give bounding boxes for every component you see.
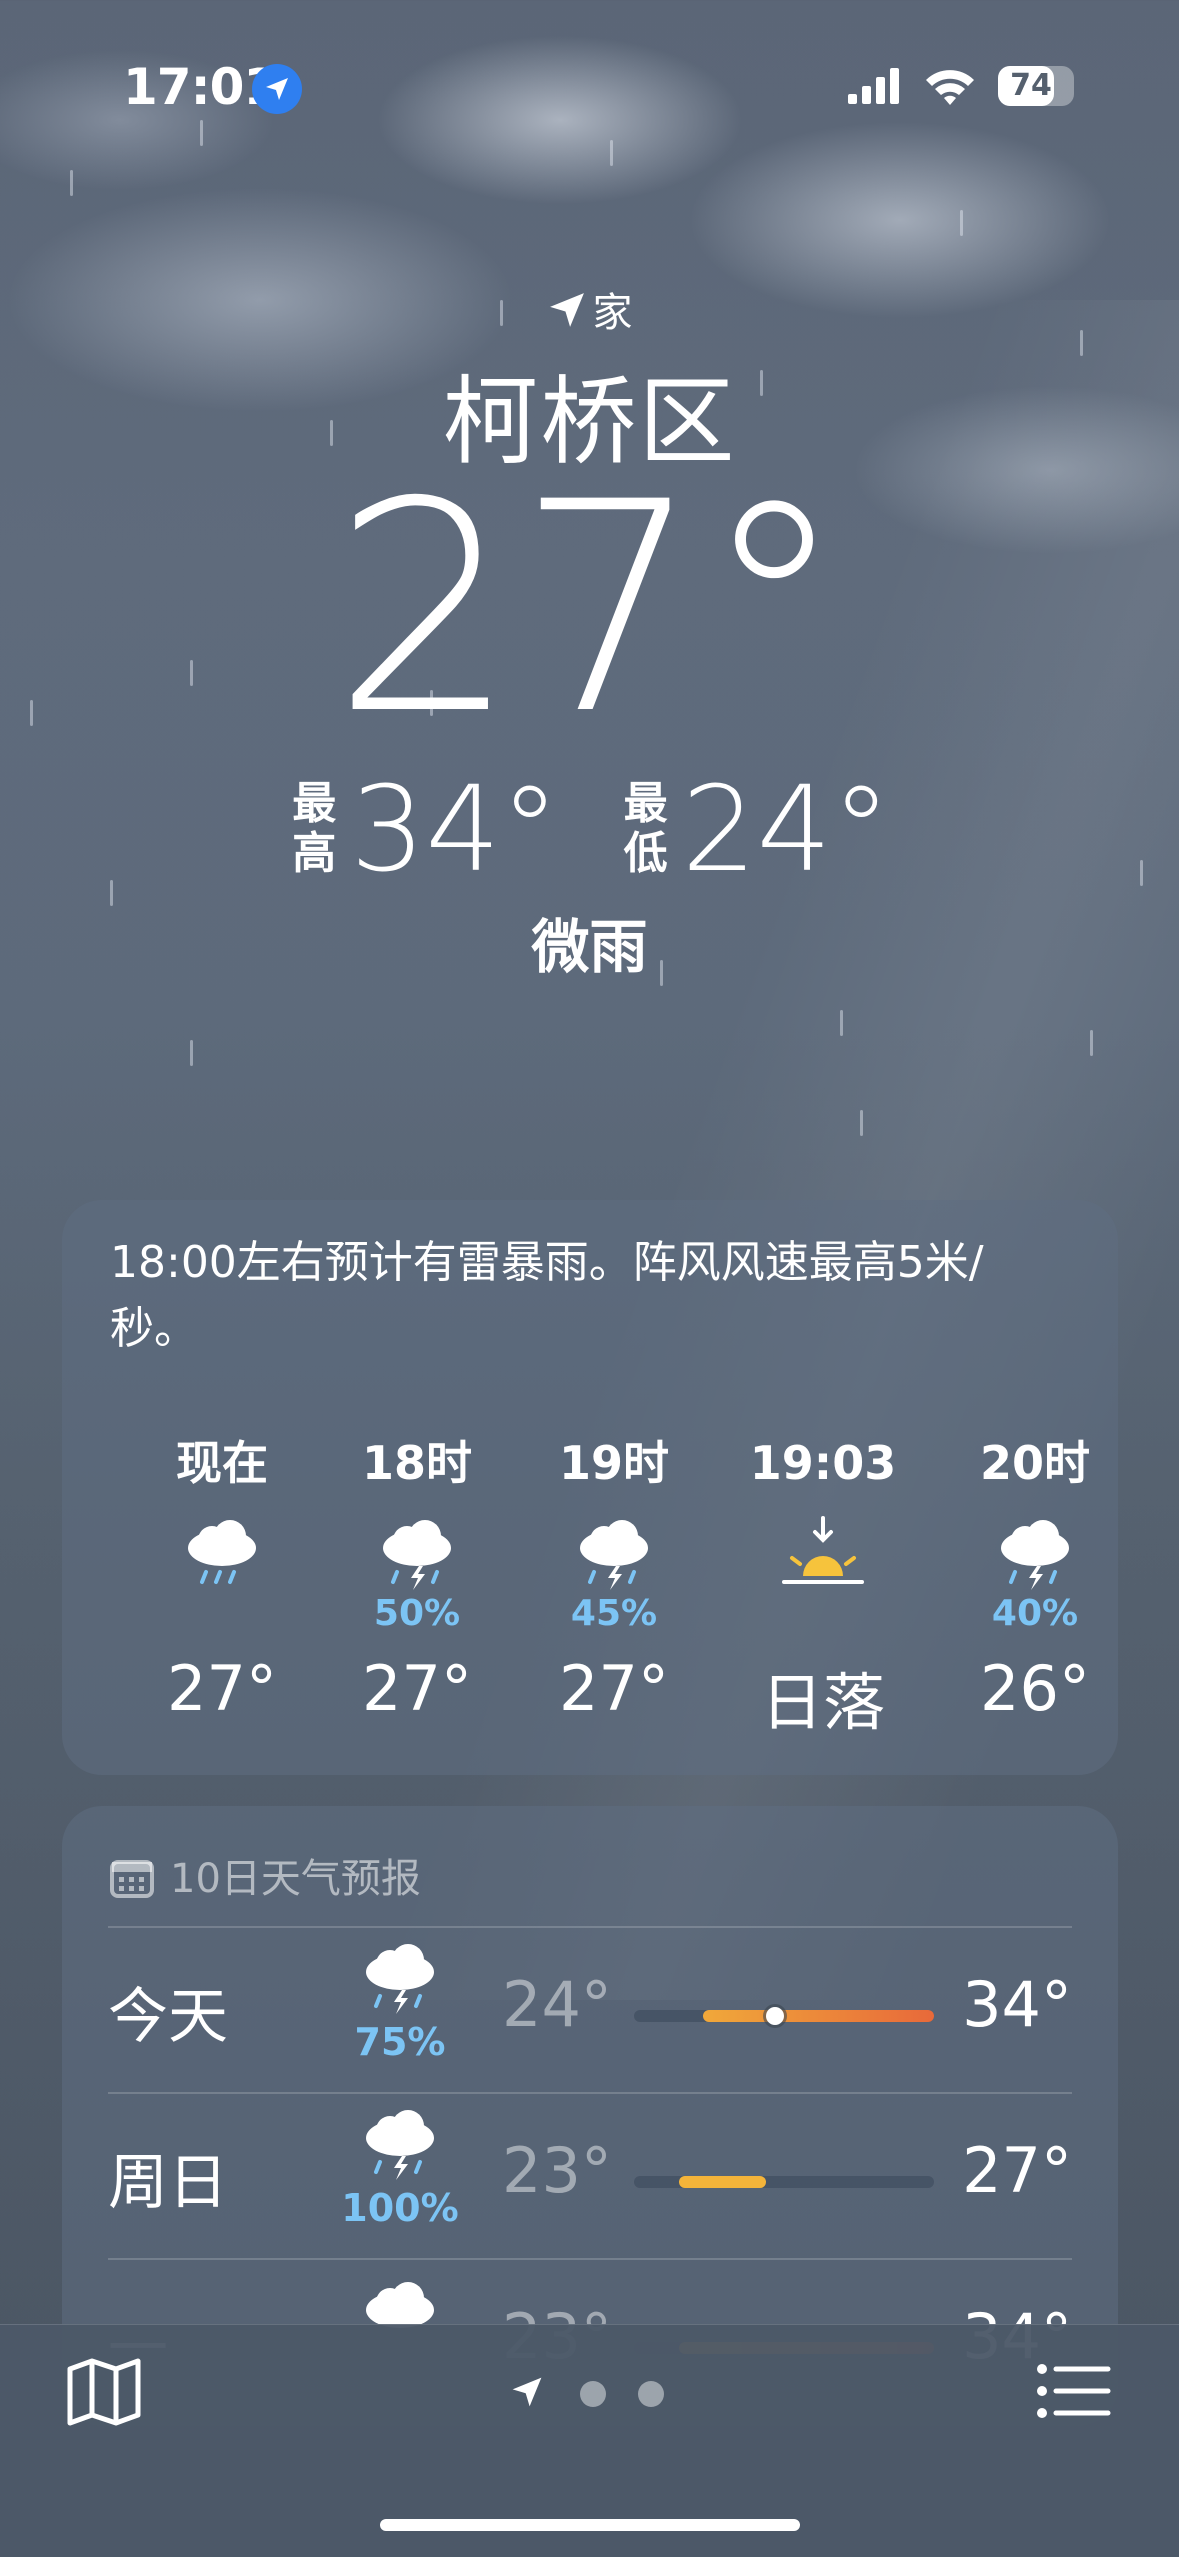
high-temp: 27° — [962, 2134, 1072, 2207]
home-indicator[interactable] — [380, 2519, 800, 2531]
battery-percentage: 74 — [1010, 68, 1052, 103]
low-temp: 24° — [681, 760, 891, 898]
current-temp-marker — [766, 2007, 784, 2025]
range-segment — [679, 2176, 766, 2188]
hourly-forecast-card[interactable]: 18:00左右预计有雷暴雨。阵风风速最高5米/秒。 现在 27° 18时 50%… — [62, 1200, 1118, 1775]
raindrop — [840, 1010, 843, 1036]
thunderstorm-icon — [317, 1514, 517, 1594]
hourly-item: 19时 45% 27° — [514, 1430, 714, 1725]
high-temp: 34° — [962, 1968, 1072, 2041]
map-icon[interactable] — [66, 2357, 142, 2427]
location-arrow-icon — [549, 293, 584, 327]
bottom-toolbar — [0, 2324, 1179, 2557]
high-temp: 34° — [350, 760, 560, 898]
low-temp: 24° — [502, 1968, 612, 2041]
forecast-row[interactable]: 周日 100% 23° 27° — [62, 2094, 1118, 2258]
precip-chance: 45% — [570, 1593, 658, 1634]
hour-label: 18时 — [361, 1436, 472, 1490]
thunderstorm-icon — [514, 1514, 714, 1594]
sunset-icon — [723, 1514, 923, 1594]
my-location-label: 家 — [0, 280, 1179, 338]
weather-condition: 微雨 — [531, 913, 648, 981]
current-temperature: 27° — [332, 441, 847, 778]
thunderstorm-icon — [935, 1514, 1135, 1594]
page-indicator[interactable] — [510, 2365, 670, 2419]
precip-chance — [122, 1594, 322, 1634]
forecast-row[interactable]: 今天 75% 24° 34° — [62, 1928, 1118, 2092]
cellular-signal-icon — [848, 68, 899, 104]
thunderstorm-icon: 100% — [330, 2104, 470, 2230]
forecast-header: 10日天气预报 — [110, 1846, 421, 1904]
forecast-summary: 18:00左右预计有雷暴雨。阵风风速最高5米/秒。 — [110, 1237, 984, 1354]
precip-chance — [723, 1594, 923, 1634]
low-temp-group: 最低 24° — [620, 760, 891, 898]
hourly-item: 现在 27° — [122, 1430, 322, 1725]
rain-cloud-icon — [122, 1514, 322, 1594]
sunset-label: 日落 — [760, 1666, 885, 1739]
high-low-temperature: 最高 34° 最低 24° — [0, 760, 1179, 898]
low-temp: 23° — [502, 2134, 612, 2207]
hour-label: 19时 — [558, 1436, 669, 1490]
hour-label: 19:03 — [749, 1436, 897, 1490]
status-bar: 17:01 74 — [0, 0, 1179, 150]
hourly-item: 20时 40% 26° — [935, 1430, 1135, 1725]
hour-temp: 27° — [559, 1652, 669, 1725]
location-label: 家 — [592, 290, 633, 336]
raindrop — [190, 1040, 193, 1066]
hour-label: 现在 — [176, 1436, 268, 1490]
raindrop — [1090, 1030, 1093, 1056]
forecast-title: 10日天气预报 — [170, 1856, 421, 1902]
page-dot — [638, 2381, 664, 2407]
wifi-icon — [926, 70, 974, 105]
hour-temp: 27° — [167, 1652, 277, 1725]
low-label: 最低 — [623, 778, 668, 879]
range-segment — [703, 2010, 934, 2022]
raindrop — [960, 210, 963, 236]
precip-chance: 50% — [373, 1593, 461, 1634]
hourly-item: 19:03 日落 — [723, 1430, 923, 1742]
precip-chance: 40% — [991, 1593, 1079, 1634]
day-label: 周日 — [108, 2148, 228, 2218]
day-label: 今天 — [108, 1982, 228, 2052]
page-dot — [580, 2381, 606, 2407]
hour-temp: 26° — [980, 1652, 1090, 1725]
hour-label: 20时 — [979, 1436, 1090, 1490]
location-arrow-icon — [512, 2377, 542, 2407]
temperature-range-bar — [634, 2007, 934, 2025]
hourly-item: 18时 50% 27° — [317, 1430, 517, 1725]
high-temp-group: 最高 34° — [288, 760, 559, 898]
location-services-icon — [252, 64, 302, 114]
battery-icon: 74 — [998, 66, 1074, 106]
precip-chance: 100% — [341, 2186, 459, 2230]
raindrop — [70, 170, 73, 196]
precip-chance: 75% — [354, 2020, 446, 2064]
thunderstorm-icon: 75% — [330, 1938, 470, 2064]
high-label: 最高 — [292, 778, 337, 879]
temperature-range-bar — [634, 2176, 934, 2188]
hour-temp: 27° — [362, 1652, 472, 1725]
calendar-icon — [110, 1860, 154, 1898]
raindrop — [860, 1110, 863, 1136]
hourly-strip[interactable]: 现在 27° 18时 50% 27° 19时 45% 27° 19:03 日落 … — [62, 1430, 1118, 1750]
list-icon[interactable] — [1036, 2361, 1112, 2421]
